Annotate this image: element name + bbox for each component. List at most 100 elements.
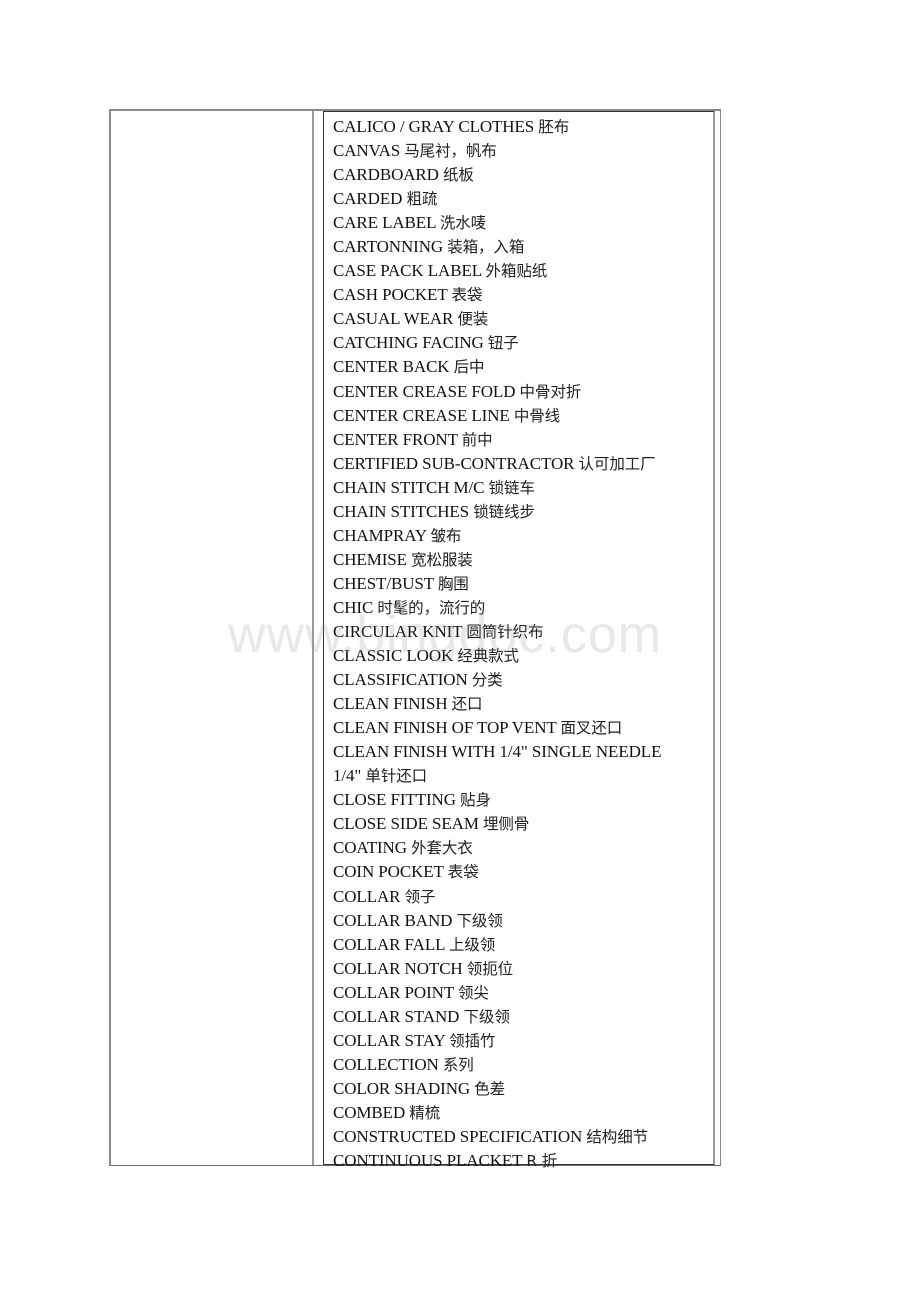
term-row: CARDBOARD 纸板 [333,163,661,187]
term-row: CANVAS 马尾衬，帆布 [333,139,661,163]
term-english: COATING [333,838,407,858]
term-row: CASUAL WEAR 便装 [333,307,661,331]
term-english: CENTER CREASE FOLD [333,381,516,401]
term-english: CHIC [333,597,374,617]
term-chinese: 领子 [404,887,436,906]
term-chinese: 领尖 [457,983,489,1002]
term-row: COLLAR STAND 下级领 [333,1005,661,1029]
term-english: CIRCULAR KNIT [333,621,463,641]
term-chinese: 结构细节 [586,1127,648,1146]
term-english: COLLAR POINT [333,982,454,1002]
term-row: CHAIN STITCHES 锁链线步 [333,500,661,524]
term-row: CHAMPRAY 皱布 [333,524,661,548]
term-english: CHEST/BUST [333,573,434,593]
term-english: COIN POCKET [333,862,444,882]
term-chinese: 色差 [474,1079,506,1098]
term-row: CLOSE SIDE SEAM 埋侧骨 [333,812,661,836]
term-chinese: 面叉还口 [560,719,623,738]
term-english: CLASSIFICATION [333,670,468,690]
term-chinese: 宽松服装 [411,550,473,569]
term-english: COLLAR NOTCH [333,958,463,978]
term-chinese: 上级领 [448,935,496,954]
term-chinese: 胸围 [437,574,469,593]
term-row: CASH POCKET 表袋 [333,283,661,307]
term-chinese: 锁链车 [488,478,535,497]
term-chinese: 外箱贴纸 [485,262,548,281]
term-row: CATCHING FACING 钮子 [333,331,661,355]
term-chinese: 下级领 [463,1007,510,1026]
term-chinese: 时髦的，流行的 [377,598,486,617]
term-english: COMBED [333,1102,406,1122]
term-english: CARDED [333,189,403,209]
term-english: 1/4" [333,766,362,786]
term-chinese: 贴身 [460,791,491,810]
term-english: COLLECTION [333,1054,439,1074]
term-row: CLEAN FINISH 还口 [333,692,661,716]
term-english: CHAMPRAY [333,525,427,545]
term-chinese: 纸板 [443,166,474,185]
term-chinese: 粗疏 [406,190,438,209]
term-chinese: R 折 [526,1152,558,1171]
term-row: CENTER CREASE FOLD 中骨对折 [333,380,661,404]
term-row: CLASSIFICATION 分类 [333,668,661,692]
term-row: CENTER BACK 后中 [333,355,661,379]
term-english: CENTER FRONT [333,429,458,449]
term-row: COMBED 精梳 [333,1101,661,1125]
term-row: CHAIN STITCH M/C 锁链车 [333,476,661,500]
term-english: CLEAN FINISH WITH 1/4" SINGLE NEEDLE [333,742,662,762]
term-chinese: 表袋 [451,286,483,305]
term-english: CONSTRUCTED SPECIFICATION [333,1126,583,1146]
term-row: CENTER FRONT 前中 [333,428,661,452]
term-row: COATING 外套大衣 [333,836,661,860]
term-english: CALICO / GRAY CLOTHES [333,117,535,136]
term-english: CHAIN STITCHES [333,501,470,521]
term-row: CIRCULAR KNIT 圆筒针织布 [333,620,661,644]
term-english: CASUAL WEAR [333,309,454,329]
term-chinese: 埋侧骨 [483,815,530,834]
term-chinese: 表袋 [447,863,479,882]
term-row: CERTIFIED SUB-CONTRACTOR 认可加工厂 [333,452,661,476]
term-chinese: 领扼位 [466,959,513,978]
term-chinese: 皱布 [430,526,462,545]
term-english: CHEMISE [333,549,407,569]
term-row: CALICO / GRAY CLOTHES 胚布 [333,115,661,139]
term-english: CHAIN STITCH M/C [333,477,485,497]
term-chinese: 后中 [453,358,485,377]
term-row: CARDED 粗疏 [333,187,661,211]
term-chinese: 经典款式 [457,647,519,666]
term-chinese: 中骨对折 [519,382,582,401]
term-row: COLLAR FALL 上级领 [333,933,661,957]
term-chinese: 下级领 [456,911,503,930]
term-list: CALICO / GRAY CLOTHES 胚布 CANVAS 马尾衬，帆布 CAR… [333,115,661,1173]
term-row: CLOSE FITTING 贴身 [333,788,661,812]
term-english: CASH POCKET [333,285,448,305]
table-left-cell [111,111,314,1165]
term-chinese: 精梳 [409,1103,441,1122]
term-english: CENTER BACK [333,357,450,377]
term-english: CARDBOARD [333,165,439,185]
term-chinese: 领插竹 [449,1031,496,1050]
term-english: COLOR SHADING [333,1078,471,1098]
term-row: COLLAR NOTCH 领扼位 [333,957,661,981]
term-english: CLEAN FINISH OF TOP VENT [333,718,557,738]
term-chinese: 胚布 [538,118,570,136]
term-chinese: 洗水唛 [439,214,487,233]
term-row: COIN POCKET 表袋 [333,860,661,884]
term-english: COLLAR STAY [333,1030,445,1050]
term-row: CHEST/BUST 胸围 [333,572,661,596]
term-row: COLLAR 领子 [333,885,661,909]
document-page: CALICO / GRAY CLOTHES 胚布 CANVAS 马尾衬，帆布 CAR… [0,0,920,1302]
term-english: CATCHING FACING [333,333,484,353]
term-chinese: 便装 [457,310,489,329]
term-row: COLLECTION 系列 [333,1053,661,1077]
term-english: CENTER CREASE LINE [333,405,510,425]
term-row: CHEMISE 宽松服装 [333,548,661,572]
term-row: CHIC 时髦的，流行的 [333,596,661,620]
term-english: CARTONNING [333,237,444,257]
term-english: CASE PACK LABEL [333,261,482,281]
term-row: CLEAN FINISH WITH 1/4" SINGLE NEEDLE [333,740,661,764]
term-chinese: 钮子 [487,334,519,353]
term-english: CLASSIC LOOK [333,646,454,666]
term-chinese: 装箱，入箱 [447,238,525,257]
term-chinese: 分类 [471,671,503,690]
